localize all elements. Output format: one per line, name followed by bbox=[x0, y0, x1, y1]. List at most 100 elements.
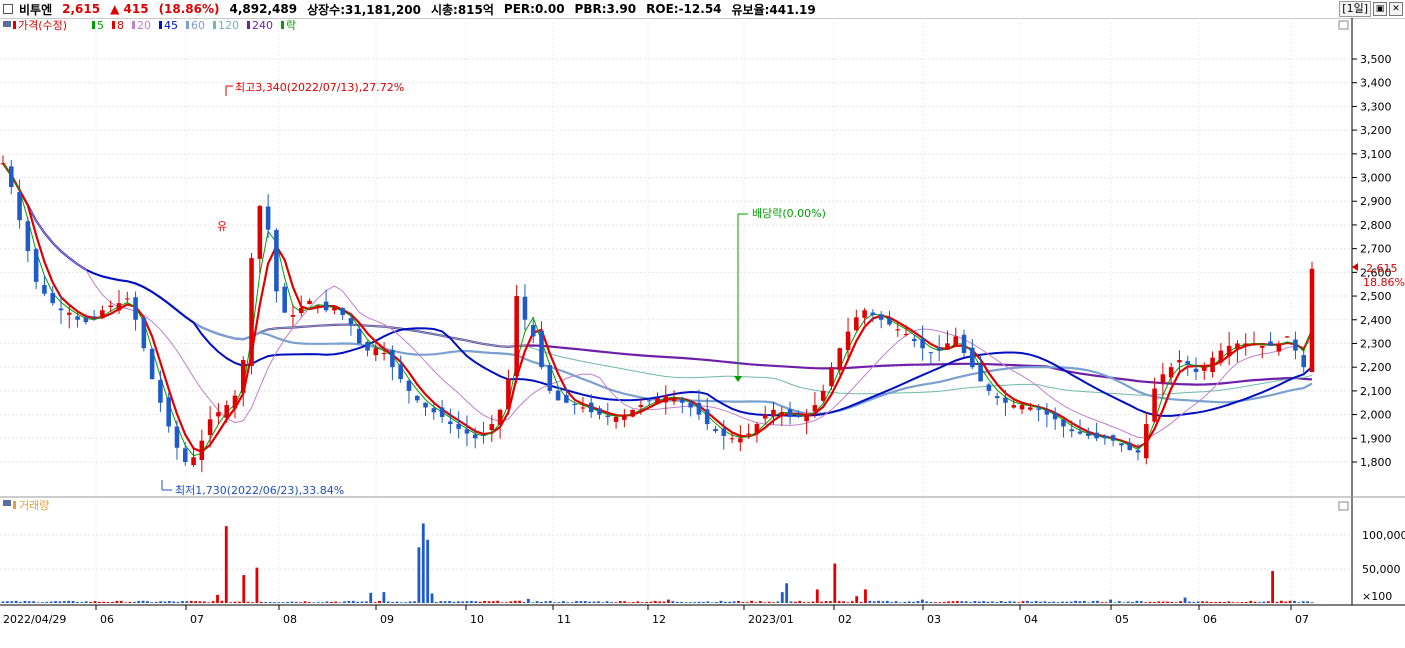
candle-body bbox=[1044, 410, 1050, 415]
volume-menu-icon[interactable] bbox=[3, 500, 11, 506]
candle-body bbox=[936, 347, 942, 351]
volume-bar bbox=[702, 601, 705, 603]
candle-body bbox=[688, 402, 693, 408]
volume-bar bbox=[93, 601, 97, 603]
volume-bar bbox=[172, 601, 176, 603]
volume-bar bbox=[382, 592, 386, 603]
volume-bar bbox=[579, 601, 583, 603]
candle-body bbox=[1309, 268, 1315, 373]
volume-bar bbox=[561, 601, 565, 603]
candle-body bbox=[572, 404, 577, 406]
x-tick-label: 03 bbox=[927, 613, 941, 626]
candle-body bbox=[630, 409, 635, 417]
volume-bar bbox=[859, 601, 863, 603]
volume-bar bbox=[798, 600, 802, 603]
candle-body bbox=[547, 365, 553, 391]
volume-bar bbox=[1196, 601, 1200, 603]
volume-bar bbox=[658, 601, 662, 603]
volume-bar bbox=[745, 602, 749, 603]
volume-bar bbox=[649, 601, 653, 603]
volume-bar bbox=[662, 601, 666, 603]
y-tick-label: 2,300 bbox=[1360, 337, 1392, 350]
panel-menu-icon[interactable] bbox=[3, 21, 11, 27]
volume-bar bbox=[1069, 601, 1073, 603]
y-tick-label: 2,900 bbox=[1360, 195, 1392, 208]
volume-bar bbox=[535, 601, 539, 603]
candles bbox=[0, 155, 1315, 473]
candle-body bbox=[1193, 368, 1199, 372]
candle-body bbox=[439, 407, 445, 417]
volume-bar bbox=[487, 601, 491, 603]
restore-icon[interactable]: ▣ bbox=[1373, 2, 1387, 16]
candle-body bbox=[398, 364, 403, 380]
stock-name: 비투엔 bbox=[19, 2, 53, 17]
volume-bar bbox=[833, 563, 837, 603]
candle-body bbox=[249, 258, 254, 366]
volume-bar bbox=[294, 601, 298, 603]
candle-body bbox=[182, 448, 188, 462]
ma-120-line bbox=[2, 163, 1313, 396]
candle-body bbox=[1011, 405, 1017, 408]
candle-body bbox=[149, 348, 155, 380]
candle-body bbox=[25, 221, 31, 252]
period-selector[interactable]: [1일] bbox=[1339, 1, 1371, 17]
candle-body bbox=[356, 328, 362, 344]
candle-body bbox=[854, 317, 859, 331]
candle-body bbox=[613, 416, 619, 422]
volume-bar bbox=[194, 601, 198, 603]
volume-bar bbox=[1148, 601, 1152, 603]
volume-bar bbox=[675, 601, 679, 603]
select-checkbox[interactable] bbox=[3, 4, 13, 14]
volume-bar bbox=[80, 602, 84, 603]
candle-body bbox=[1052, 412, 1058, 420]
close-icon[interactable]: ✕ bbox=[1389, 2, 1403, 16]
candle-body bbox=[1152, 388, 1157, 422]
candle-body bbox=[1260, 345, 1265, 348]
candle-body bbox=[912, 338, 917, 342]
candle-body bbox=[655, 397, 660, 404]
x-tick-label: 04 bbox=[1024, 613, 1038, 626]
candle-body bbox=[497, 409, 503, 425]
candle-body bbox=[522, 296, 528, 320]
candle-body bbox=[986, 384, 992, 391]
volume-bar bbox=[758, 601, 762, 603]
pbr-value: PBR:3.90 bbox=[574, 2, 637, 16]
volume-bar bbox=[1183, 597, 1187, 603]
high-label: 최고3,340(2022/07/13),27.72% bbox=[235, 81, 404, 94]
volume-bar bbox=[912, 601, 916, 603]
volume-bar bbox=[1047, 602, 1051, 603]
volume-bar bbox=[824, 601, 828, 603]
candle-body bbox=[1036, 408, 1041, 410]
volume-bar bbox=[715, 602, 719, 603]
volume-bar bbox=[312, 602, 316, 603]
candle-body bbox=[1119, 443, 1124, 446]
candle-body bbox=[67, 312, 72, 315]
candle-body bbox=[580, 407, 586, 409]
legend-swatch bbox=[112, 21, 115, 29]
price-chart[interactable]: 가격(수정) 5 8 20 45 60 120 240 락 거래량 3,500 3,400 3,30… bbox=[0, 18, 1405, 648]
candle-body bbox=[216, 412, 221, 417]
volume-bar bbox=[408, 601, 412, 603]
volume-bar bbox=[1223, 602, 1226, 603]
dividend-label: 배당락(0.00%) bbox=[752, 207, 826, 220]
volume-bar bbox=[671, 601, 675, 603]
volume-bar bbox=[19, 601, 22, 603]
volume-bar bbox=[872, 601, 876, 603]
panel-max-icon[interactable] bbox=[1338, 20, 1349, 30]
candle-body bbox=[265, 206, 271, 230]
volume-bar bbox=[1262, 601, 1266, 603]
candle-body bbox=[290, 315, 296, 317]
volume-bar bbox=[815, 589, 819, 603]
candle-body bbox=[390, 350, 395, 368]
legend-item: 60 bbox=[191, 19, 205, 32]
volume-bar bbox=[903, 601, 907, 603]
volume-bar bbox=[71, 600, 75, 603]
volume-bar bbox=[1174, 602, 1178, 603]
roe-value: ROE:-12.54 bbox=[646, 2, 722, 16]
candle-body bbox=[489, 424, 495, 431]
volume-panel-max-icon[interactable] bbox=[1338, 501, 1349, 511]
volume-bar bbox=[614, 602, 618, 603]
last-price-label: 2,615 bbox=[1366, 262, 1398, 275]
volume-bar bbox=[605, 601, 609, 603]
volume-bar bbox=[697, 601, 701, 603]
